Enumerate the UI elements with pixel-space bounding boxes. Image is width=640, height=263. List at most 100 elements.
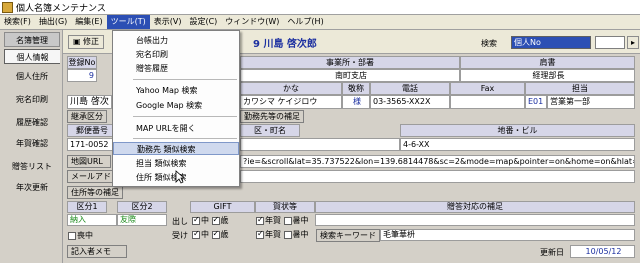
fax-header: Fax	[450, 82, 525, 95]
kubun2-header: 区分2	[117, 201, 167, 213]
edit-button-label: 修正	[83, 37, 100, 46]
search-field-select[interactable]: 個人No	[511, 36, 591, 49]
menu-settings[interactable]: 設定(C)	[185, 15, 221, 29]
send-gift-checks[interactable]: 中 歳	[192, 215, 229, 226]
nav-item-annual-update[interactable]: 年次更新	[4, 180, 60, 195]
menu-extract[interactable]: 抽出(G)	[35, 15, 71, 29]
kana-value[interactable]: カワシマ ケイジロウ	[240, 95, 342, 109]
search-go-button[interactable]: ▸	[627, 36, 639, 49]
nav-item-personal-address[interactable]: 個人住所	[4, 69, 60, 84]
map-url-button[interactable]: 地図URL	[67, 155, 111, 168]
tools-menu-gift-history[interactable]: 贈答履歴	[113, 62, 239, 75]
nav-item-history[interactable]: 履歴確認	[4, 115, 60, 130]
keyword-value[interactable]: 毛筆華枡	[380, 229, 635, 241]
menu-window[interactable]: ウィンドウ(W)	[221, 15, 283, 29]
nav-item-personal-info[interactable]: 個人情報	[4, 49, 60, 64]
title-value[interactable]: 経理部長	[460, 69, 635, 82]
tab-residence-supplement[interactable]: 住所等の補足	[67, 186, 123, 199]
mouse-cursor-icon	[175, 170, 185, 184]
tools-menu-yahoo-map[interactable]: Yahoo Map 検索	[113, 84, 239, 97]
gift-header: GIFT	[190, 201, 255, 213]
fax-value[interactable]	[450, 95, 525, 109]
supplement-header: 贈答対応の補足	[315, 201, 635, 213]
office-header: 事業所・部署	[240, 56, 460, 69]
search-label: 検索	[481, 39, 497, 48]
ward-header: 区・町名	[240, 124, 300, 137]
menu-tools[interactable]: ツール(T)	[106, 15, 150, 29]
tab-inheritance[interactable]: 継承区分	[67, 110, 107, 123]
app-icon	[2, 1, 13, 13]
tools-menu-ledger-output[interactable]: 台帳出力	[113, 34, 239, 47]
kubun1-value[interactable]: 納入	[67, 214, 117, 226]
honorific-header: 敬称	[342, 82, 370, 95]
send-sai-check[interactable]	[211, 215, 220, 225]
reg-no-header: 登録No	[67, 56, 97, 69]
menu-bar: 検索(F) 抽出(G) 編集(E) ツール(T) 表示(V) 設定(C) ウィン…	[0, 15, 640, 30]
send-shochu-check[interactable]	[283, 216, 292, 225]
kubun1-header: 区分1	[67, 201, 107, 213]
map-url-value[interactable]: ?ie=&scroll&lat=35.737522&lon=139.681447…	[240, 155, 635, 168]
nav-item-gift-list[interactable]: 贈答リスト	[4, 159, 60, 174]
recv-chu-check[interactable]	[192, 229, 200, 239]
phone-value[interactable]: 03-3565-XX2X	[370, 95, 450, 109]
memo-button[interactable]: 記入者メモ	[67, 245, 127, 258]
staff-header: 担当	[525, 82, 635, 95]
ward-value[interactable]	[240, 138, 400, 151]
recv-shochu-check[interactable]	[283, 230, 292, 239]
kubun2-value[interactable]: 友際	[117, 214, 167, 226]
title-bar: 個人名簿メンテナンス	[0, 0, 640, 15]
staff-name-value[interactable]: 営業第一部	[547, 95, 635, 109]
tools-menu-separator	[133, 116, 237, 117]
edit-button[interactable]: ▣ 修正	[68, 35, 104, 49]
reg-no-value[interactable]: 9	[67, 69, 97, 82]
tools-menu-staff-search[interactable]: 担当 類似検索	[113, 157, 239, 170]
tools-menu-label-print[interactable]: 宛名印刷	[113, 48, 239, 61]
send-label: 出し	[172, 217, 188, 226]
send-chu-check[interactable]	[192, 215, 200, 225]
tools-menu-workplace-search[interactable]: 勤務先 類似検索	[113, 142, 239, 155]
person-name-display: 9 川島 啓次郎	[253, 39, 317, 50]
supplement-value[interactable]	[315, 214, 635, 226]
greeting-header: 賀状等	[255, 201, 315, 213]
phone-header: 電話	[370, 82, 450, 95]
name-value[interactable]: 川島 啓次	[67, 95, 112, 109]
office-value[interactable]: 南町支店	[240, 69, 460, 82]
mourning-check-label[interactable]: 喪中	[68, 230, 93, 241]
recv-greeting-checks[interactable]: 年賀 暑中	[256, 229, 309, 240]
tools-menu-google-map[interactable]: Google Map 検索	[113, 99, 239, 112]
tab-workplace-supplement[interactable]: 勤務先等の補足	[240, 110, 304, 123]
left-nav: 名簿管理 個人情報 個人住所 宛名印刷 履歴確認 年賀確認 贈答リスト 年次更新	[0, 30, 63, 263]
nav-header: 名簿管理	[4, 32, 60, 47]
recv-sai-check[interactable]	[211, 229, 220, 239]
mourning-check[interactable]	[68, 231, 76, 240]
recv-label: 受け	[172, 231, 188, 240]
nav-item-newyear[interactable]: 年賀確認	[4, 136, 60, 151]
window-title: 個人名簿メンテナンス	[16, 3, 106, 14]
menu-help[interactable]: ヘルプ(H)	[283, 15, 327, 29]
staff-code-value[interactable]: E01	[525, 95, 547, 109]
street-value[interactable]: 4-6-XX	[400, 138, 635, 151]
doc-icon: ▣	[72, 37, 81, 46]
postal-value[interactable]: 171-0052	[67, 138, 117, 151]
tools-menu-separator	[133, 138, 237, 139]
building-header: 地番・ビル	[400, 124, 635, 137]
menu-search[interactable]: 検索(F)	[0, 15, 35, 29]
tools-menu-separator	[133, 79, 237, 80]
menu-edit[interactable]: 編集(E)	[71, 15, 106, 29]
honorific-value[interactable]: 様	[342, 95, 370, 109]
keyword-button[interactable]: 検索キーワード	[316, 229, 380, 242]
kana-header: かな	[240, 82, 342, 95]
tools-menu-open-map-url[interactable]: MAP URLを開く	[113, 122, 239, 135]
search-input[interactable]	[595, 36, 625, 49]
nav-item-label-print[interactable]: 宛名印刷	[4, 92, 60, 107]
send-nenga-check[interactable]	[256, 215, 264, 225]
updated-value: 10/05/12	[570, 245, 635, 258]
menu-view[interactable]: 表示(V)	[150, 15, 186, 29]
recv-nenga-check[interactable]	[256, 229, 264, 239]
title-header: 肩書	[460, 56, 635, 69]
postal-header: 郵便番号	[67, 124, 117, 137]
recv-gift-checks[interactable]: 中 歳	[192, 229, 229, 240]
send-greeting-checks[interactable]: 年賀 暑中	[256, 215, 309, 226]
mail-value[interactable]	[240, 170, 635, 183]
tools-menu-dropdown: 台帳出力 宛名印刷 贈答履歴 Yahoo Map 検索 Google Map 検…	[112, 30, 240, 187]
